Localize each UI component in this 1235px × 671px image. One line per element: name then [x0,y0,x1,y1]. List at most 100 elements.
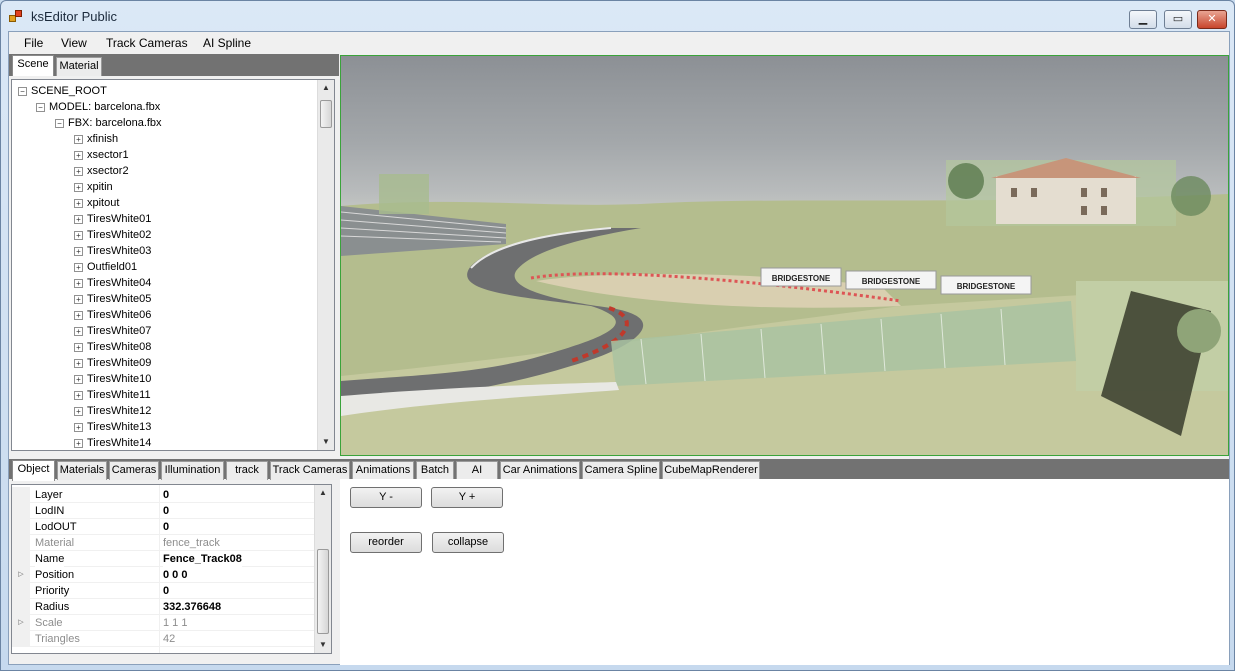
expand-icon[interactable]: + [74,135,83,144]
tab-cameras[interactable]: Cameras [109,461,159,480]
tab-illumination[interactable]: Illumination [161,461,224,480]
tab-car-animations[interactable]: Car Animations [500,461,580,480]
scroll-up-icon[interactable]: ▲ [318,80,334,96]
3d-viewport[interactable]: BRIDGESTONE BRIDGESTONE BRIDGESTONE [340,55,1229,456]
expand-icon[interactable]: + [74,231,83,240]
title-bar[interactable]: ksEditor Public ▁ ▭ ✕ [1,1,1234,31]
tab-ai[interactable]: AI [456,461,498,480]
tree-node[interactable]: + xpitin [74,179,113,195]
property-row[interactable]: ▷ Position 0 0 0 [12,567,315,583]
scroll-down-icon[interactable]: ▼ [318,434,334,450]
tree-node[interactable]: + TiresWhite03 [74,243,151,259]
close-button[interactable]: ✕ [1197,10,1227,29]
property-value[interactable]: 0 [163,487,169,503]
scroll-thumb[interactable] [320,100,332,128]
tab-camera-spline[interactable]: Camera Spline [582,461,660,480]
tree-node[interactable]: + TiresWhite02 [74,227,151,243]
property-row[interactable]: Layer 0 [12,487,315,503]
tree-node-root[interactable]: − SCENE_ROOT [18,83,107,99]
property-grid[interactable]: Layer 0 LodIN 0 LodOUT 0 Material fence_track Na… [11,484,332,654]
tab-materials[interactable]: Materials [57,461,107,480]
collapse-icon[interactable]: − [36,103,45,112]
tree-node[interactable]: + TiresWhite05 [74,291,151,307]
expand-icon[interactable]: + [74,247,83,256]
menu-view[interactable]: View [61,36,87,50]
property-row[interactable]: Radius 332.376648 [12,599,315,615]
tree-node[interactable]: + TiresWhite14 [74,435,151,450]
expand-icon[interactable]: + [74,183,83,192]
property-value[interactable]: 0 [163,583,169,599]
scroll-thumb[interactable] [317,549,329,634]
tree-node[interactable]: + TiresWhite06 [74,307,151,323]
collapse-icon[interactable]: − [18,87,27,96]
expand-icon[interactable]: + [74,375,83,384]
property-value[interactable]: 42 [163,631,175,647]
expand-arrow-icon[interactable]: ▷ [12,567,30,583]
y-minus-button[interactable]: Y - [350,487,422,508]
tree-node[interactable]: + TiresWhite08 [74,339,151,355]
tree-node[interactable]: + TiresWhite10 [74,371,151,387]
tab-material[interactable]: Material [56,57,102,76]
property-value[interactable]: fence_track [163,535,220,551]
tree-node[interactable]: + TiresWhite07 [74,323,151,339]
tree-node[interactable]: + TiresWhite04 [74,275,151,291]
tab-animations[interactable]: Animations [352,461,414,480]
collapse-button[interactable]: collapse [432,532,504,553]
expand-icon[interactable]: + [74,423,83,432]
tab-track[interactable]: track [226,461,268,480]
tree-node[interactable]: + xpitout [74,195,119,211]
tree-scrollbar[interactable]: ▲ ▼ [317,80,334,450]
reorder-button[interactable]: reorder [350,532,422,553]
expand-icon[interactable]: + [74,279,83,288]
tree-node-fbx[interactable]: − FBX: barcelona.fbx [55,115,162,131]
property-row[interactable]: Name Fence_Track08 [12,551,315,567]
tree-node[interactable]: + Outfield01 [74,259,137,275]
expand-icon[interactable]: + [74,343,83,352]
tab-track-cameras[interactable]: Track Cameras [270,461,350,480]
tree-node[interactable]: + xsector2 [74,163,129,179]
tab-cubemaprenderer[interactable]: CubeMapRenderer [662,461,760,480]
tree-node[interactable]: + TiresWhite11 [74,387,151,403]
scene-tree[interactable]: − SCENE_ROOT − MODEL: barcelona.fbx − FBX: … [11,79,335,451]
expand-arrow-icon[interactable]: ▷ [12,615,30,631]
tree-node[interactable]: + TiresWhite09 [74,355,151,371]
minimize-button[interactable]: ▁ [1129,10,1157,29]
expand-icon[interactable]: + [74,359,83,368]
tree-node[interactable]: + TiresWhite13 [74,419,151,435]
tab-object[interactable]: Object [12,460,55,481]
tab-batch[interactable]: Batch [416,461,454,480]
expand-icon[interactable]: + [74,295,83,304]
property-scrollbar[interactable]: ▲ ▼ [314,485,331,653]
menu-track-cameras[interactable]: Track Cameras [106,36,188,50]
maximize-button[interactable]: ▭ [1164,10,1192,29]
expand-icon[interactable]: + [74,391,83,400]
property-value[interactable]: Fence_Track08 [163,551,242,567]
tree-node[interactable]: + xsector1 [74,147,129,163]
property-row[interactable]: Priority 0 [12,583,315,599]
property-row[interactable]: ▷ Scale 1 1 1 [12,615,315,631]
expand-icon[interactable]: + [74,327,83,336]
property-row[interactable]: LodOUT 0 [12,519,315,535]
property-value[interactable]: 0 0 0 [163,567,187,583]
tree-node[interactable]: + TiresWhite12 [74,403,151,419]
property-value[interactable]: 0 [163,519,169,535]
menu-ai-spline[interactable]: AI Spline [203,36,251,50]
scroll-down-icon[interactable]: ▼ [315,637,331,653]
expand-icon[interactable]: + [74,151,83,160]
expand-icon[interactable]: + [74,263,83,272]
property-value[interactable]: 332.376648 [163,599,221,615]
property-value[interactable]: 0 [163,503,169,519]
expand-icon[interactable]: + [74,215,83,224]
tab-scene[interactable]: Scene [12,55,54,76]
expand-icon[interactable]: + [74,199,83,208]
expand-icon[interactable]: + [74,407,83,416]
property-value[interactable]: 1 1 1 [163,615,187,631]
tree-node-model[interactable]: − MODEL: barcelona.fbx [36,99,160,115]
property-row[interactable]: LodIN 0 [12,503,315,519]
expand-icon[interactable]: + [74,439,83,448]
tree-node[interactable]: + xfinish [74,131,118,147]
y-plus-button[interactable]: Y + [431,487,503,508]
collapse-icon[interactable]: − [55,119,64,128]
property-row[interactable]: Material fence_track [12,535,315,551]
menu-file[interactable]: File [24,36,43,50]
